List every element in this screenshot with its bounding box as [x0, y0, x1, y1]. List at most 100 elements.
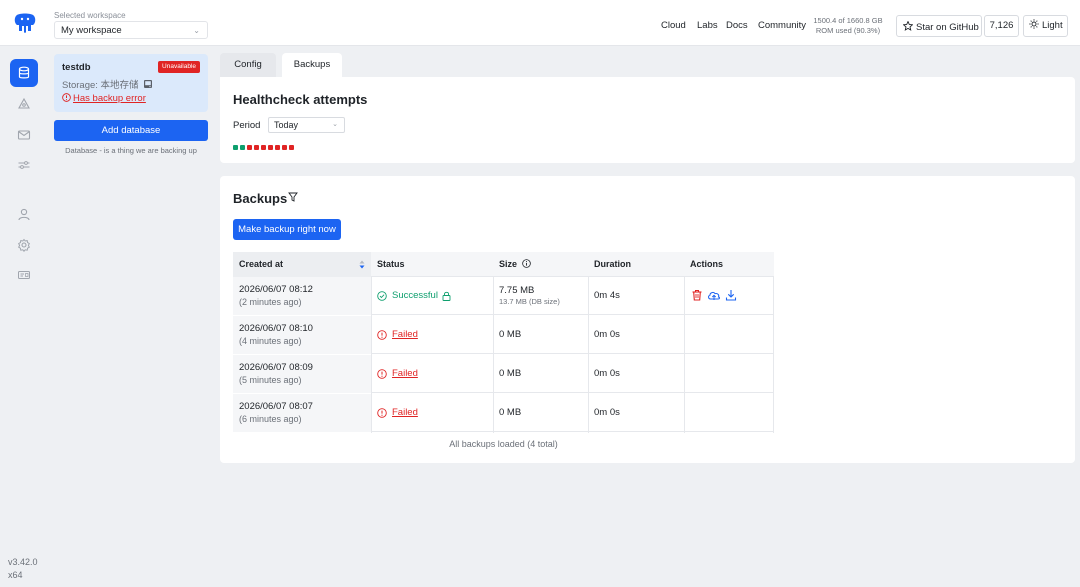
delete-icon[interactable] [691, 289, 703, 301]
column-divider [588, 277, 589, 433]
healthcheck-attempt-dot[interactable] [282, 145, 287, 150]
period-select[interactable]: Today ⌄ [268, 117, 345, 133]
cell-size: 7.75 MB 13.7 MB (DB size) [499, 277, 560, 315]
make-backup-button[interactable]: Make backup right now [233, 219, 341, 240]
db-size: 13.7 MB (DB size) [499, 297, 560, 306]
tab-backups[interactable]: Backups [282, 53, 342, 77]
healthcheck-attempt-dot[interactable] [240, 145, 245, 150]
chevron-down-icon: ⌄ [193, 26, 200, 35]
github-star-count[interactable]: 7,126 [984, 15, 1019, 37]
column-divider [773, 277, 774, 433]
status-failed-link[interactable]: Failed [392, 329, 418, 340]
version-number: v3.42.0 [8, 557, 38, 567]
rom-usage: 1500.4 of 1660.8 GB ROM used (90.3%) [810, 16, 886, 36]
status-failed-link[interactable]: Failed [392, 407, 418, 418]
cell-status: Failed [377, 355, 418, 393]
sidebar-item-users[interactable] [10, 200, 38, 228]
healthcheck-attempt-dot[interactable] [289, 145, 294, 150]
created-datetime: 2026/06/07 08:07 [239, 401, 313, 412]
backup-size: 7.75 MB [499, 285, 535, 296]
rom-usage-line1: 1500.4 of 1660.8 GB [813, 16, 883, 25]
cloud-restore-icon[interactable] [707, 289, 721, 301]
created-datetime: 2026/06/07 08:12 [239, 284, 313, 295]
settings-sliders-icon [18, 161, 30, 169]
nav-cloud[interactable]: Cloud [661, 20, 686, 31]
theme-toggle-button[interactable]: Light [1023, 15, 1068, 37]
healthcheck-attempt-dot[interactable] [275, 145, 280, 150]
sidebar-item-billing[interactable] [10, 261, 38, 289]
backup-error-text: Has backup error [73, 93, 146, 104]
status-text: Successful [392, 290, 438, 301]
table-row: 2026/06/07 08:07 (6 minutes ago) Failed … [233, 394, 774, 432]
table-row: 2026/06/07 08:12 (2 minutes ago) Success… [233, 277, 774, 315]
column-header-size: Size [499, 252, 531, 277]
created-relative: (6 minutes ago) [239, 414, 302, 424]
period-label: Period [233, 120, 261, 131]
filter-icon[interactable] [288, 191, 298, 203]
chevron-down-icon: ⌄ [332, 121, 338, 128]
cell-status: Successful [377, 277, 451, 315]
error-circle-icon [62, 93, 71, 102]
sidebar-item-settings[interactable] [10, 231, 38, 259]
nav-community[interactable]: Community [758, 20, 806, 31]
column-divider [684, 277, 685, 433]
cell-size: 0 MB [499, 368, 522, 379]
sort-icon[interactable] [359, 260, 365, 269]
backups-title: Backups [233, 191, 288, 206]
table-row: 2026/06/07 08:10 (4 minutes ago) Failed … [233, 316, 774, 354]
top-bar: Selected workspace My workspace ⌄ Cloud … [0, 0, 1080, 46]
icon-sidebar: v3.42.0 x64 [0, 47, 47, 587]
users-icon [18, 208, 30, 221]
status-badge: Unavailable [158, 61, 200, 73]
download-icon[interactable] [725, 289, 737, 301]
nav-docs[interactable]: Docs [726, 20, 748, 31]
healthcheck-attempt-dot[interactable] [233, 145, 238, 150]
tab-config[interactable]: Config [220, 53, 276, 77]
databases-icon [18, 66, 30, 79]
add-database-hint: Database - is a thing we are backing up [65, 146, 197, 155]
notifiers-icon [17, 130, 31, 140]
storages-icon [18, 97, 30, 109]
info-icon[interactable] [521, 259, 531, 268]
sidebar-item-sliders[interactable] [10, 151, 38, 179]
workspace-select[interactable]: My workspace ⌄ [54, 21, 208, 39]
sidebar-item-notifiers[interactable] [10, 121, 38, 149]
created-relative: (5 minutes ago) [239, 375, 302, 385]
add-database-button[interactable]: Add database [54, 120, 208, 141]
star-on-github-button[interactable]: Star on GitHub [896, 15, 982, 37]
sun-icon [1029, 19, 1039, 29]
nav-labs[interactable]: Labs [697, 20, 718, 31]
cell-status: Failed [377, 316, 418, 354]
cell-duration: 0m 0s [594, 329, 620, 340]
column-header-created-at-label: Created at [239, 259, 284, 269]
created-datetime: 2026/06/07 08:09 [239, 362, 313, 373]
cell-created-at: 2026/06/07 08:10 (4 minutes ago) [233, 316, 371, 354]
elephant-logo-icon[interactable] [13, 11, 37, 35]
database-storage-text: Storage: 本地存储 [62, 80, 139, 91]
database-name: testdb [62, 62, 91, 73]
column-header-duration: Duration [594, 259, 631, 269]
database-storage: Storage: 本地存储 [62, 77, 153, 91]
healthcheck-attempt-dot[interactable] [254, 145, 259, 150]
column-divider [493, 277, 494, 433]
cell-created-at: 2026/06/07 08:07 (6 minutes ago) [233, 394, 371, 432]
sidebar-item-databases[interactable] [10, 59, 38, 87]
created-relative: (2 minutes ago) [239, 297, 302, 307]
healthcheck-attempt-dot[interactable] [247, 145, 252, 150]
healthcheck-attempt-dot[interactable] [268, 145, 273, 150]
backups-card: Backups Make backup right now Created at… [220, 176, 1075, 463]
workspace-label: Selected workspace [54, 11, 126, 20]
cell-created-at: 2026/06/07 08:09 (5 minutes ago) [233, 355, 371, 393]
theme-toggle-label: Light [1042, 20, 1063, 31]
sidebar-item-storages[interactable] [10, 90, 38, 118]
backup-error-link[interactable]: Has backup error [62, 93, 146, 104]
table-row: 2026/06/07 08:09 (5 minutes ago) Failed … [233, 355, 774, 393]
status-failed-link[interactable]: Failed [392, 368, 418, 379]
cell-size: 0 MB [499, 329, 522, 340]
database-card-testdb[interactable]: testdb Unavailable Storage: 本地存储 Has bac… [54, 54, 208, 112]
error-circle-icon [377, 330, 387, 340]
column-header-created-at[interactable]: Created at [233, 252, 371, 277]
column-header-status: Status [377, 259, 405, 269]
star-on-github-label: Star on GitHub [916, 22, 979, 33]
healthcheck-attempt-dot[interactable] [261, 145, 266, 150]
